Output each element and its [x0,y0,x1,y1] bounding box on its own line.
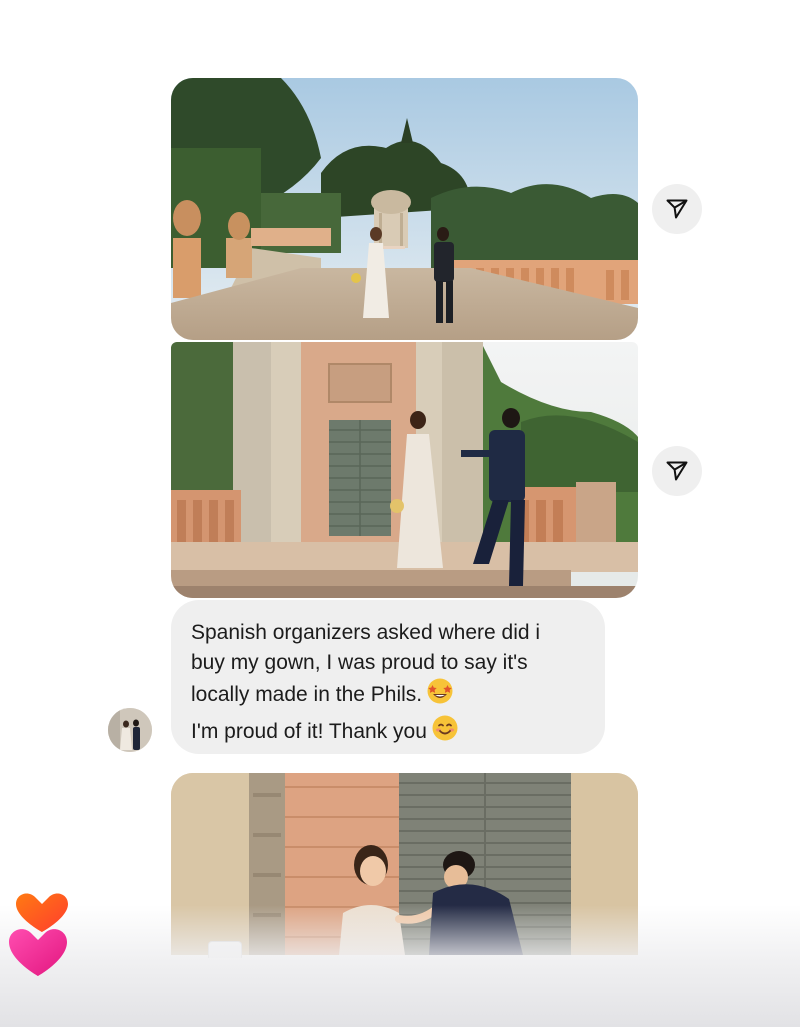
message-line: buy my gown, I was proud to say it's [191,650,528,674]
smiling-face-emoji [431,714,459,751]
photo-hand-kiss-image [171,773,638,955]
photo-couple-columns-image [171,342,638,598]
message-line-with-emoji: I'm proud of it! Thank you [191,714,585,751]
message-line: Spanish organizers asked where did i [191,621,541,644]
photo-couple-walking-image [171,78,638,340]
paper-plane-icon [666,199,688,219]
message-thread: Spanish organizers asked where did i buy… [0,0,800,1027]
share-button[interactable] [652,184,702,234]
message-line: locally made in the Phils. [191,683,423,706]
photo-message-hand-kiss[interactable] [171,773,638,955]
share-button[interactable] [652,446,702,496]
star-struck-emoji [426,677,454,714]
reaction-chip-icon[interactable] [208,941,242,958]
photo-message-couple-columns[interactable] [171,342,638,598]
text-message-bubble[interactable]: Spanish organizers asked where did i buy… [171,600,605,754]
message-line-with-emoji: locally made in the Phils. [191,677,585,714]
photo-message-couple-walking[interactable] [171,78,638,340]
message-line: I'm proud of it! Thank you [191,719,427,743]
sender-avatar[interactable] [108,708,152,752]
paper-plane-icon [666,461,688,481]
hearts-reaction-icon[interactable] [6,888,78,980]
avatar-image [108,708,152,752]
